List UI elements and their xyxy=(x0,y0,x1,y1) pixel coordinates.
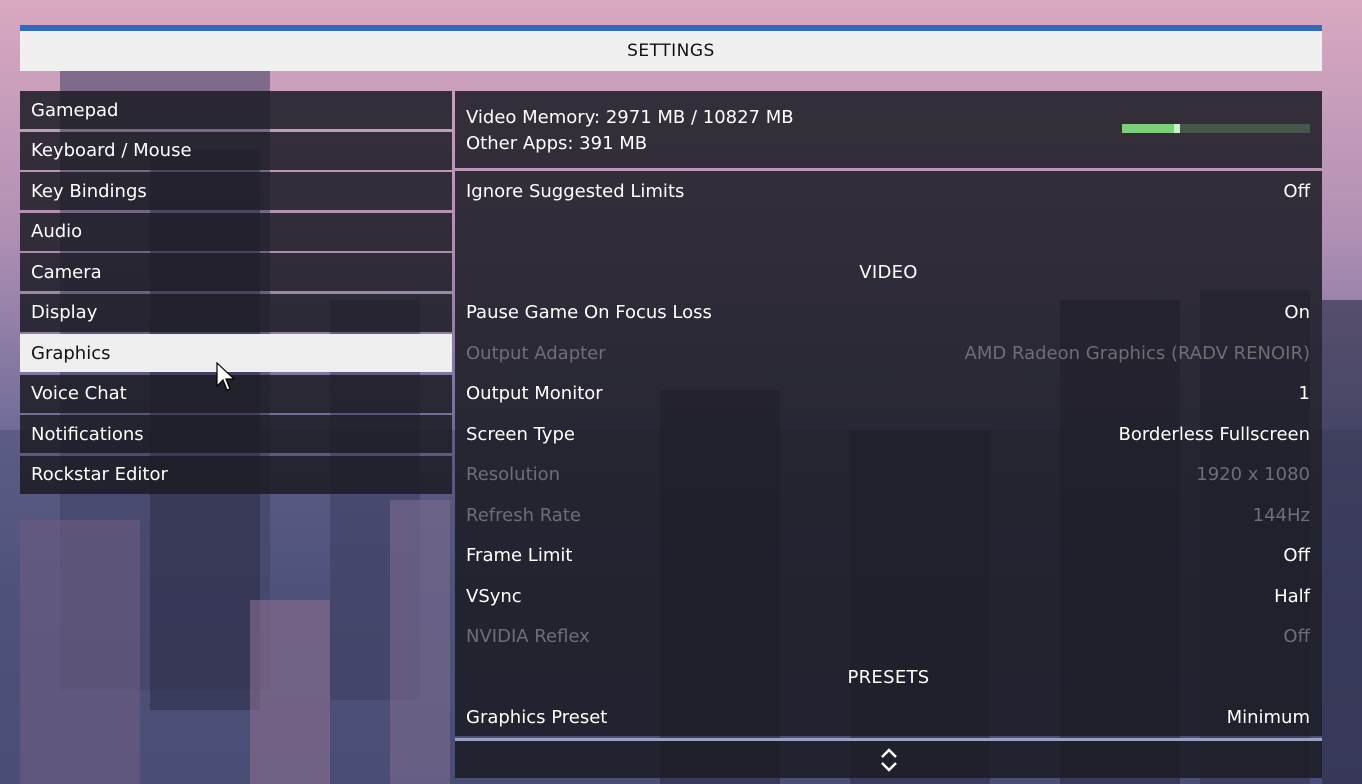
setting-output-monitor[interactable]: Output Monitor 1 xyxy=(455,374,1322,415)
video-memory-box: Video Memory: 2971 MB / 10827 MB Other A… xyxy=(455,91,1322,168)
menu-item-audio[interactable]: Audio xyxy=(20,212,452,251)
setting-value: On xyxy=(1284,302,1310,324)
setting-label: Frame Limit xyxy=(466,545,573,567)
menu-item-rockstar-editor[interactable]: Rockstar Editor xyxy=(20,455,452,494)
setting-value: 1920 x 1080 xyxy=(1196,464,1310,486)
section-header-presets: PRESETS xyxy=(847,666,930,688)
menu-item-label: Graphics xyxy=(31,342,111,364)
setting-label: Output Monitor xyxy=(466,383,603,405)
menu-item-display[interactable]: Display xyxy=(20,293,452,332)
setting-label: VSync xyxy=(466,585,522,607)
menu-item-label: Display xyxy=(31,302,98,323)
menu-item-key-bindings[interactable]: Key Bindings xyxy=(20,172,452,210)
setting-value: Off xyxy=(1283,180,1310,202)
other-apps-text: Other Apps: 391 MB xyxy=(466,133,648,154)
setting-refresh-rate: Refresh Rate 144Hz xyxy=(455,495,1322,536)
video-memory-text: Video Memory: 2971 MB / 10827 MB xyxy=(466,107,794,128)
setting-label: Ignore Suggested Limits xyxy=(466,180,685,202)
setting-value: Half xyxy=(1274,585,1310,607)
setting-value: Off xyxy=(1283,626,1310,648)
menu-item-label: Key Bindings xyxy=(31,180,147,202)
setting-pause-game-on-focus-loss[interactable]: Pause Game On Focus Loss On xyxy=(455,293,1322,334)
setting-value: Borderless Fullscreen xyxy=(1118,423,1310,445)
menu-item-label: Rockstar Editor xyxy=(31,464,168,485)
menu-item-label: Notifications xyxy=(31,423,144,445)
mouse-cursor-icon xyxy=(216,362,236,391)
setting-vsync[interactable]: VSync Half xyxy=(455,576,1322,617)
menu-item-notifications[interactable]: Notifications xyxy=(20,415,452,453)
setting-screen-type[interactable]: Screen Type Borderless Fullscreen xyxy=(455,414,1322,455)
video-memory-bar xyxy=(1122,124,1310,133)
settings-category-menu: Gamepad Keyboard / Mouse Key Bindings Au… xyxy=(20,91,452,496)
menu-item-label: Camera xyxy=(31,261,102,283)
setting-resolution: Resolution 1920 x 1080 xyxy=(455,455,1322,496)
graphics-settings-panel: Video Memory: 2971 MB / 10827 MB Other A… xyxy=(455,91,1322,736)
setting-label: Output Adapter xyxy=(466,342,606,364)
menu-item-graphics[interactable]: Graphics xyxy=(20,334,452,372)
setting-value: 1 xyxy=(1298,383,1310,405)
setting-label: Graphics Preset xyxy=(466,707,608,729)
page-title: SETTINGS xyxy=(627,41,715,61)
memory-other-fill xyxy=(1173,124,1181,133)
settings-header: SETTINGS xyxy=(20,25,1322,71)
setting-value: AMD Radeon Graphics (RADV RENOIR) xyxy=(964,342,1310,364)
menu-item-label: Keyboard / Mouse xyxy=(31,140,192,161)
setting-label: NVIDIA Reflex xyxy=(466,626,590,648)
setting-label: Pause Game On Focus Loss xyxy=(466,302,712,324)
setting-graphics-preset[interactable]: Graphics Preset Minimum xyxy=(455,698,1322,739)
up-down-arrows-icon xyxy=(880,747,897,772)
setting-label: Refresh Rate xyxy=(466,504,581,526)
setting-output-adapter: Output Adapter AMD Radeon Graphics (RADV… xyxy=(455,333,1322,374)
setting-value: Off xyxy=(1283,545,1310,567)
setting-value: 144Hz xyxy=(1252,504,1310,526)
settings-list: Ignore Suggested Limits Off VIDEO Pause … xyxy=(455,171,1322,736)
menu-item-keyboard-mouse[interactable]: Keyboard / Mouse xyxy=(20,131,452,170)
menu-item-gamepad[interactable]: Gamepad xyxy=(20,91,452,129)
scroll-indicator[interactable] xyxy=(455,738,1322,778)
setting-ignore-suggested-limits[interactable]: Ignore Suggested Limits Off xyxy=(455,171,1322,212)
setting-label: Screen Type xyxy=(466,423,575,445)
menu-item-label: Audio xyxy=(31,221,83,242)
menu-item-label: Gamepad xyxy=(31,99,119,121)
setting-frame-limit[interactable]: Frame Limit Off xyxy=(455,536,1322,577)
setting-nvidia-reflex: NVIDIA Reflex Off xyxy=(455,617,1322,658)
menu-item-camera[interactable]: Camera xyxy=(20,253,452,291)
setting-value: Minimum xyxy=(1226,707,1310,729)
menu-item-voice-chat[interactable]: Voice Chat xyxy=(20,374,452,413)
memory-used-fill xyxy=(1122,124,1174,133)
setting-label: Resolution xyxy=(466,464,561,486)
menu-item-label: Voice Chat xyxy=(31,383,127,404)
section-header-video: VIDEO xyxy=(859,261,918,283)
